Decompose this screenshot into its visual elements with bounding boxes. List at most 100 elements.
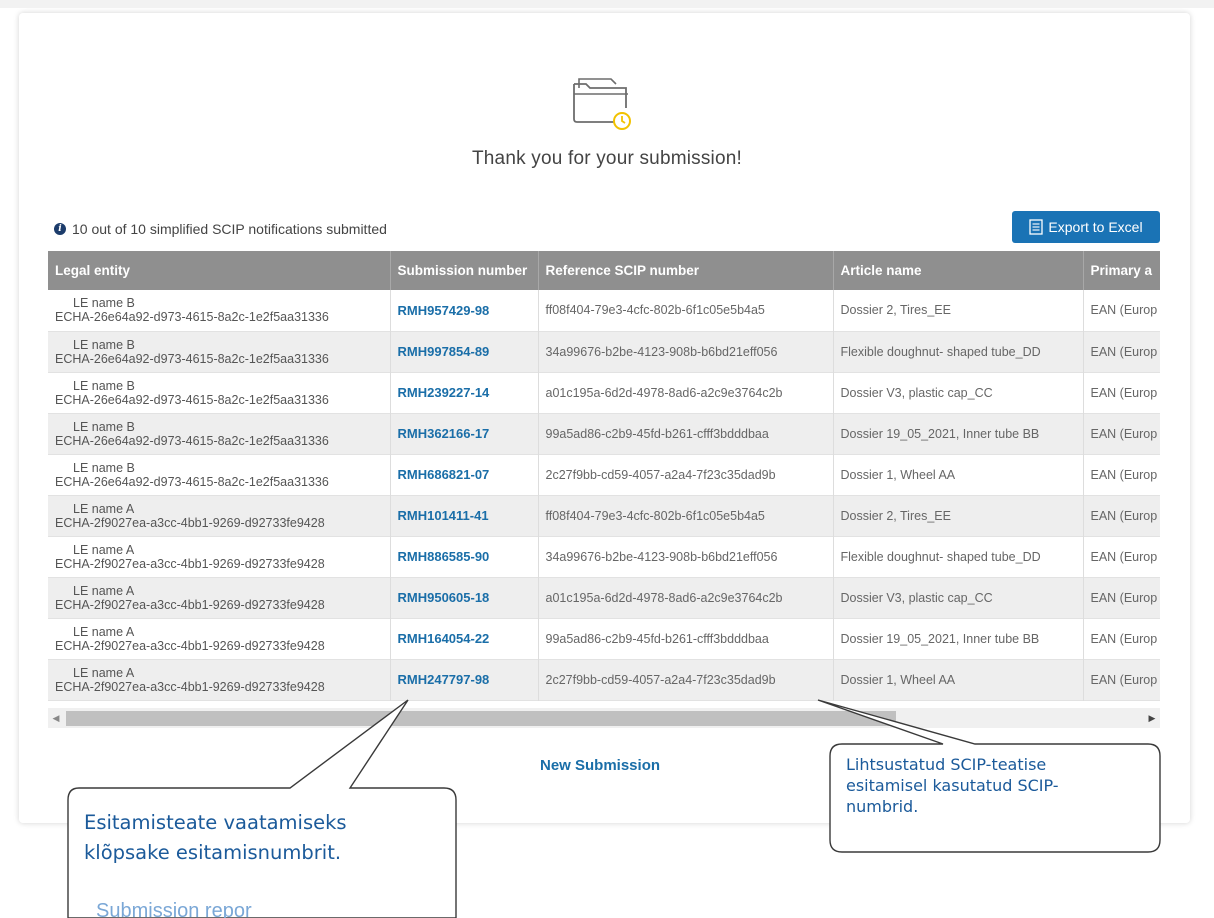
submission-cell: RMH247797-98 [390,659,539,700]
primary-cell: EAN (Europ [1083,659,1160,700]
submission-number-link[interactable]: RMH362166-17 [398,426,490,441]
primary-cell: EAN (Europ [1083,413,1160,454]
new-submission-link[interactable]: New Submission [540,757,660,774]
table-row: LE name B ECHA-26e64a92-d973-4615-8a2c-1e… [48,331,1160,372]
reference-scip-cell: 99a5ad86-c2b9-45fd-b261-cfff3bdddbaa [538,413,834,454]
le-id: ECHA-26e64a92-d973-4615-8a2c-1e2f5aa3133… [55,392,329,407]
reference-scip-cell: 34a99676-b2be-4123-908b-b6bd21eff056 [538,331,834,372]
scroll-right-icon[interactable]: ▶ [1144,713,1160,724]
article-name-cell: Dossier 19_05_2021, Inner tube BB [833,413,1084,454]
reference-scip-cell: ff08f404-79e3-4cfc-802b-6f1c05e5b4a5 [538,495,834,536]
submission-cell: RMH239227-14 [390,372,539,413]
le-name: LE name A [73,542,135,557]
column-header-reference-scip[interactable]: Reference SCIP number [538,251,834,290]
primary-cell: EAN (Europ [1083,290,1160,331]
folder-clock-icon [566,70,638,132]
table-row: LE name A ECHA-2f9027ea-a3cc-4bb1-9269-d9… [48,495,1160,536]
submission-number-link[interactable]: RMH886585-90 [398,549,490,564]
scrollbar-thumb[interactable] [66,711,896,726]
column-header-article-name[interactable]: Article name [833,251,1084,290]
legal-entity-cell: LE name B ECHA-26e64a92-d973-4615-8a2c-1e… [48,454,391,495]
le-id: ECHA-26e64a92-d973-4615-8a2c-1e2f5aa3133… [55,474,329,489]
le-id: ECHA-2f9027ea-a3cc-4bb1-9269-d92733fe942… [55,597,325,612]
reference-scip-cell: 2c27f9bb-cd59-4057-a2a4-7f23c35dad9b [538,454,834,495]
table-row: LE name B ECHA-26e64a92-d973-4615-8a2c-1e… [48,454,1160,495]
legal-entity-cell: LE name A ECHA-2f9027ea-a3cc-4bb1-9269-d9… [48,577,391,618]
le-name: LE name B [73,296,135,311]
horizontal-scrollbar[interactable]: ◀ ▶ [48,708,1160,728]
legal-entity-cell: LE name A ECHA-2f9027ea-a3cc-4bb1-9269-d9… [48,536,391,577]
le-id: ECHA-2f9027ea-a3cc-4bb1-9269-d92733fe942… [55,515,325,530]
table-row: LE name A ECHA-2f9027ea-a3cc-4bb1-9269-d9… [48,536,1160,577]
submission-cell: RMH957429-98 [390,290,539,331]
submission-number-link[interactable]: RMH239227-14 [398,385,490,400]
reference-scip-cell: a01c195a-6d2d-4978-8ad6-a2c9e3764c2b [538,372,834,413]
article-name-cell: Dossier V3, plastic cap_CC [833,577,1084,618]
export-to-excel-button[interactable]: Export to Excel [1012,211,1160,243]
export-label: Export to Excel [1048,219,1143,235]
le-id: ECHA-2f9027ea-a3cc-4bb1-9269-d92733fe942… [55,638,325,653]
submission-summary: i 10 out of 10 simplified SCIP notificat… [54,221,387,237]
submission-number-link[interactable]: RMH686821-07 [398,467,490,482]
submission-number-link[interactable]: RMH247797-98 [398,672,490,687]
submissions-table: Legal entity Submission number Reference… [48,251,1160,731]
summary-text: 10 out of 10 simplified SCIP notificatio… [72,221,387,237]
article-name-cell: Dossier 1, Wheel AA [833,454,1084,495]
column-header-legal-entity[interactable]: Legal entity [48,251,391,290]
submission-cell: RMH362166-17 [390,413,539,454]
table-row: LE name B ECHA-26e64a92-d973-4615-8a2c-1e… [48,413,1160,454]
callout-right-line: numbrid. [846,797,919,816]
submission-number-link[interactable]: RMH101411-41 [398,508,489,523]
legal-entity-cell: LE name B ECHA-26e64a92-d973-4615-8a2c-1e… [48,331,391,372]
scroll-left-icon[interactable]: ◀ [48,713,64,724]
submission-number-link[interactable]: RMH957429-98 [398,303,490,318]
primary-cell: EAN (Europ [1083,577,1160,618]
le-name: LE name B [73,337,135,352]
submission-number-link[interactable]: RMH950605-18 [398,590,490,605]
callout-right-text: Lihtsustatud SCIP-teatise esitamisel kas… [846,754,1146,817]
article-name-cell: Flexible doughnut- shaped tube_DD [833,536,1084,577]
callout-right-line: esitamisel kasutatud SCIP- [846,776,1059,795]
article-name-cell: Dossier 2, Tires_EE [833,495,1084,536]
primary-cell: EAN (Europ [1083,331,1160,372]
primary-cell: EAN (Europ [1083,536,1160,577]
article-name-cell: Dossier 1, Wheel AA [833,659,1084,700]
le-name: LE name B [73,460,135,475]
le-id: ECHA-26e64a92-d973-4615-8a2c-1e2f5aa3133… [55,351,329,366]
le-name: LE name A [73,583,135,598]
spreadsheet-icon [1029,219,1044,235]
column-header-primary[interactable]: Primary a [1083,251,1160,290]
reference-scip-cell: 2c27f9bb-cd59-4057-a2a4-7f23c35dad9b [538,659,834,700]
legal-entity-cell: LE name B ECHA-26e64a92-d973-4615-8a2c-1e… [48,290,391,331]
le-id: ECHA-2f9027ea-a3cc-4bb1-9269-d92733fe942… [55,556,325,571]
callout-left-line: Esitamisteate vaatamiseks [84,811,347,834]
submission-cell: RMH950605-18 [390,577,539,618]
le-name: LE name A [73,624,135,639]
callout-right-line: Lihtsustatud SCIP-teatise [846,755,1047,774]
legal-entity-cell: LE name A ECHA-2f9027ea-a3cc-4bb1-9269-d9… [48,618,391,659]
reference-scip-cell: 34a99676-b2be-4123-908b-b6bd21eff056 [538,536,834,577]
le-id: ECHA-26e64a92-d973-4615-8a2c-1e2f5aa3133… [55,433,329,448]
submission-number-link[interactable]: RMH997854-89 [398,344,490,359]
legal-entity-cell: LE name A ECHA-2f9027ea-a3cc-4bb1-9269-d9… [48,495,391,536]
le-id: ECHA-26e64a92-d973-4615-8a2c-1e2f5aa3133… [55,310,329,325]
legal-entity-cell: LE name B ECHA-26e64a92-d973-4615-8a2c-1e… [48,413,391,454]
article-name-cell: Dossier 2, Tires_EE [833,290,1084,331]
article-name-cell: Dossier V3, plastic cap_CC [833,372,1084,413]
callout-left-text: Esitamisteate vaatamiseks klõpsake esita… [84,808,434,868]
submission-cell: RMH164054-22 [390,618,539,659]
column-header-submission-number[interactable]: Submission number [390,251,539,290]
primary-cell: EAN (Europ [1083,372,1160,413]
submission-number-link[interactable]: RMH164054-22 [398,631,490,646]
callout-left-line: klõpsake esitamisnumbrit. [84,841,342,864]
top-bar [0,0,1214,8]
le-name: LE name B [73,419,135,434]
legal-entity-cell: LE name A ECHA-2f9027ea-a3cc-4bb1-9269-d9… [48,659,391,700]
submission-report-text: Submission repor [96,900,252,918]
table-row: LE name B ECHA-26e64a92-d973-4615-8a2c-1e… [48,372,1160,413]
submission-cell: RMH686821-07 [390,454,539,495]
table-row: LE name A ECHA-2f9027ea-a3cc-4bb1-9269-d9… [48,618,1160,659]
le-name: LE name A [73,665,135,680]
reference-scip-cell: 99a5ad86-c2b9-45fd-b261-cfff3bdddbaa [538,618,834,659]
le-name: LE name A [73,501,135,516]
